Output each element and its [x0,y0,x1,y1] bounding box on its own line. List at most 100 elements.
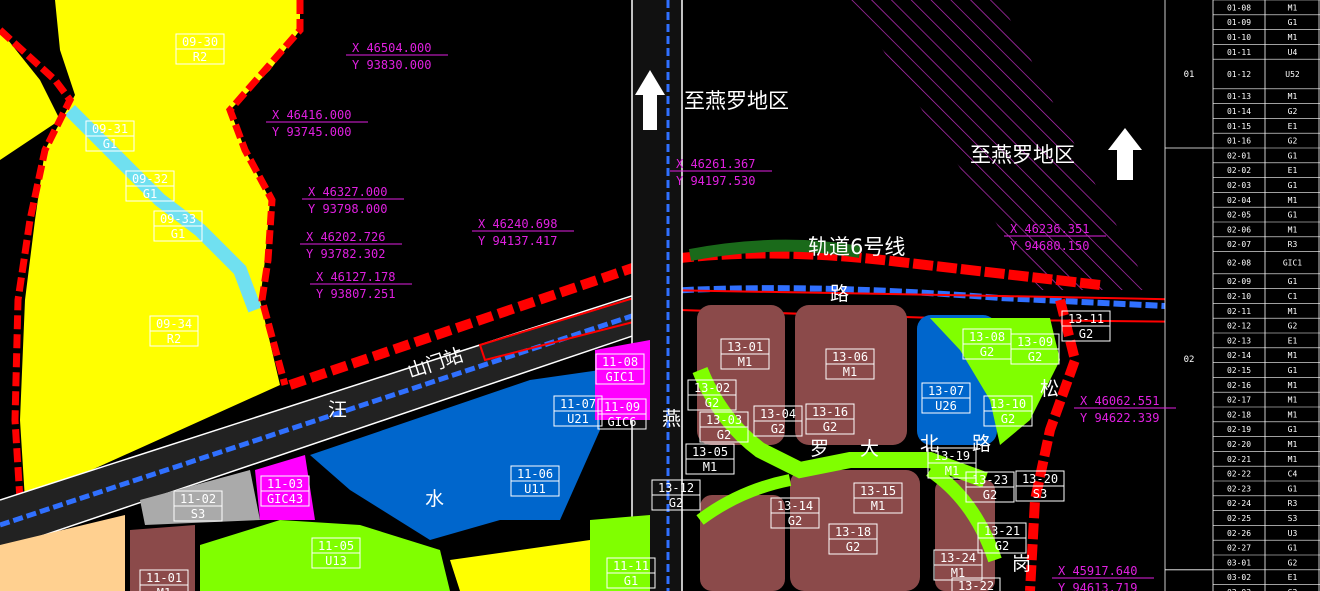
table-cell-use: M1 [1288,92,1298,101]
table-cell-use: G1 [1288,484,1298,493]
parcel-code: 11-03 [267,477,303,491]
table-cell-code: 02-07 [1227,240,1251,249]
parcel-use: GIC1 [606,370,635,384]
parcel-use: G2 [983,488,997,502]
parcel-use: G1 [143,187,157,201]
table-group-label: 01 [1184,70,1195,80]
label-to-yanluo-2: 至燕罗地区 [970,143,1075,167]
parcel-code: 13-24 [940,551,976,565]
table-cell-use: M1 [1288,381,1298,390]
table-cell-code: 01-10 [1227,33,1251,42]
table-group-label: 02 [1184,355,1195,365]
parcel-code: 11-11 [613,559,649,573]
road-char-7: 路 [972,433,991,455]
parcel-code: 13-09 [1017,335,1053,349]
table-cell-code: 01-14 [1227,107,1251,116]
road-char-3: 水 [425,488,444,510]
table-cell-code: 02-10 [1227,292,1251,301]
parcel-code: 13-04 [760,407,796,421]
table-cell-use: C1 [1288,292,1298,301]
table-cell-code: 02-05 [1227,211,1251,220]
parcel-code: 13-05 [692,445,728,459]
parcel-code: 11-07 [560,397,596,411]
table-cell-code: 02-02 [1227,166,1251,175]
parcel-code: 13-06 [832,350,868,364]
table-cell-code: 01-13 [1227,92,1251,101]
parcel-use: M1 [703,460,717,474]
coord-y-label: Y 94197.530 [676,174,755,188]
parcel-use: G2 [1028,350,1042,364]
table-cell-code: 02-04 [1227,196,1251,205]
parcel-code: 13-19 [934,449,970,463]
road-char-8: 罗 [810,438,829,460]
table-cell-use: U3 [1288,529,1298,538]
parcel-use: M1 [951,566,965,580]
table-cell-use: M1 [1288,196,1298,205]
table-cell-code: 02-25 [1227,514,1251,523]
parcel-use: U21 [567,412,589,426]
road-char-6: 北 [920,433,939,455]
road-char-10: 大 [860,438,879,460]
coord-y-label: Y 93807.251 [316,287,395,301]
table-cell-code: 02-15 [1227,366,1251,375]
parcel-code: 13-02 [694,381,730,395]
coord-x-label: X 46327.000 [308,185,387,199]
coord-x-label: X 46127.178 [316,270,395,284]
parcel-code: 11-02 [180,492,216,506]
table-cell-code: 02-19 [1227,425,1251,434]
table-cell-use: M1 [1288,396,1298,405]
coord-x-label: X 45917.640 [1058,564,1137,578]
parcel-use: G2 [995,539,1009,553]
table-cell-code: 02-17 [1227,396,1251,405]
coord-y-label: Y 94680.150 [1010,239,1089,253]
label-to-yanluo-1: 至燕罗地区 [684,89,789,113]
coord-x-label: X 46261.367 [676,157,755,171]
table-cell-use: E1 [1288,166,1298,175]
road-char-9: 路 [830,283,849,305]
parcel-use: G2 [846,540,860,554]
coord-x-label: X 46416.000 [272,108,351,122]
parcel-code: 09-30 [182,35,218,49]
parcel-use: G2 [669,496,683,510]
table-cell-code: 01-12 [1227,70,1251,79]
parcel-code: 09-34 [156,317,192,331]
parcel-code: 13-16 [812,405,848,419]
parcel-code: 11-09 [604,400,640,414]
table-cell-use: G1 [1288,18,1298,27]
table-cell-use: S3 [1288,514,1298,523]
table-cell-use: R3 [1288,499,1298,508]
table-cell-use: G1 [1288,211,1298,220]
parcel-code: 13-08 [969,330,1005,344]
parcel-use: G2 [788,514,802,528]
table-cell-code: 02-09 [1227,277,1251,286]
road-char-1: 汪 [328,399,347,421]
parcel-use: R2 [193,50,207,64]
parcel-use: G1 [624,574,638,588]
parcel-use: G1 [171,227,185,241]
table-cell-use: G1 [1288,151,1298,160]
road-char-5: 岗 [1012,553,1031,575]
table-cell-use: M1 [1288,440,1298,449]
parcel-use: R2 [167,332,181,346]
table-cell-code: 01-11 [1227,48,1251,57]
coord-y-label: Y 94613.719 [1058,581,1137,591]
parcel-code: 09-31 [92,122,128,136]
table-cell-use: G1 [1288,425,1298,434]
parcel-code: 11-06 [517,467,553,481]
parcel-code: 13-15 [860,484,896,498]
table-cell-code: 02-06 [1227,225,1251,234]
coord-y-label: Y 93745.000 [272,125,351,139]
table-cell-code: 02-18 [1227,410,1251,419]
parcel-code: 13-12 [658,481,694,495]
parcel-label[interactable]: 11-03GIC43 [260,475,310,507]
coord-y-label: Y 93830.000 [352,58,431,72]
coord-x-label: X 46504.000 [352,41,431,55]
table-cell-use: G2 [1288,107,1298,116]
table-cell-use: G2 [1288,558,1298,567]
table-cell-use: M1 [1288,225,1298,234]
parcel-code: 11-01 [146,571,182,585]
parcel-code: 13-07 [928,384,964,398]
parcel-code: 13-20 [1022,472,1058,486]
coord-x-label: X 46240.698 [478,217,557,231]
table-cell-code: 03-01 [1227,558,1251,567]
